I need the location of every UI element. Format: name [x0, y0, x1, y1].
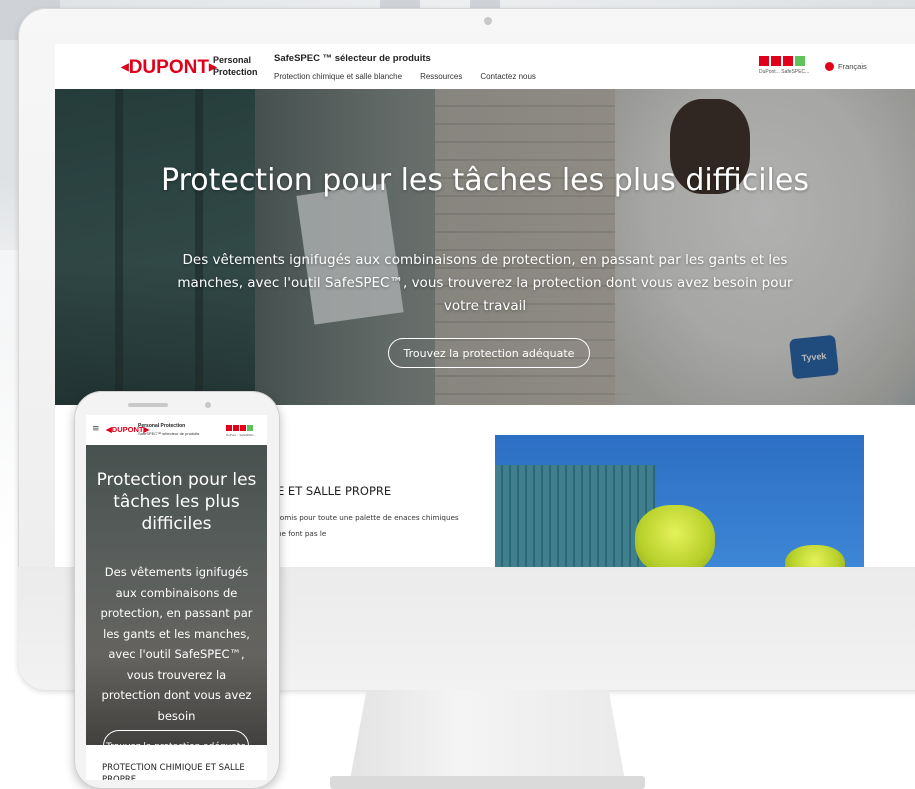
globe-icon: [825, 62, 834, 71]
status-caption: DuPont... SafeSPEC...: [759, 69, 810, 75]
section-text: romis pour toute une palette de enaces c…: [277, 513, 459, 538]
section-title: E ET SALLE PROPRE: [277, 484, 392, 498]
phone-speaker: [128, 403, 168, 407]
status-box-icon: [240, 425, 246, 431]
safespec-status-icon[interactable]: [759, 56, 805, 66]
section-image-hood: [785, 545, 845, 567]
status-box-icon: [783, 56, 793, 66]
nav-item-contact[interactable]: Contactez nous: [480, 72, 536, 81]
main-nav: Protection chimique et salle blanche Res…: [274, 72, 554, 81]
mobile-status-caption: DuPont... SafeSPEC...: [226, 433, 257, 437]
mobile-section-title: PROTECTION CHIMIQUE ET SALLE PROPRE: [102, 763, 245, 780]
mobile-hero: Protection pour les tâches les plus diff…: [86, 445, 267, 745]
nav-item-resources[interactable]: Ressources: [420, 72, 462, 81]
hero-description: Des vêtements ignifugés aux combinaisons…: [177, 252, 793, 314]
status-box-icon: [771, 56, 781, 66]
mobile-subtitle: SafeSPEC™ sélecteur de produits: [138, 431, 200, 436]
mobile-hero-title: Protection pour les tâches les plus diff…: [96, 470, 257, 534]
brand-subtitle: Personal Protection: [213, 55, 258, 77]
site-header: ◀DUPONT▶ Personal Protection SafeSPEC ™ …: [55, 44, 915, 89]
phone-camera: [205, 402, 211, 408]
section-image-hood: [635, 505, 715, 567]
status-box-icon: [226, 425, 232, 431]
monitor-stand: [350, 690, 625, 780]
section-image-building: [495, 465, 655, 567]
mobile-screen: ≡ ◀DUPONT▶ Personal Protection SafeSPEC™…: [86, 415, 267, 780]
checkmark-icon: [795, 56, 805, 66]
hero-title: Protection pour les tâches les plus diff…: [161, 163, 809, 198]
hero-banner: Tyvek Protection pour les tâches les plu…: [55, 89, 915, 405]
checkmark-icon: [247, 425, 253, 431]
logo-left-arrow-icon: ◀: [121, 62, 129, 73]
hamburger-menu-icon[interactable]: ≡: [92, 424, 100, 434]
mobile-brand: Personal Protection: [138, 423, 186, 429]
status-box-icon: [759, 56, 769, 66]
logo-text: DUPONT: [128, 57, 209, 78]
status-box-icon: [233, 425, 239, 431]
mobile-header: ≡ ◀DUPONT▶ Personal Protection SafeSPEC™…: [86, 415, 267, 445]
site-title[interactable]: SafeSPEC ™ sélecteur de produits: [274, 53, 431, 64]
mobile-hero-description: Des vêtements ignifugés aux combinaisons…: [100, 565, 253, 723]
dupont-logo[interactable]: ◀DUPONT▶: [121, 57, 217, 79]
mobile-find-protection-button[interactable]: Trouvez la protection adéquate: [103, 730, 249, 745]
nav-item-protection[interactable]: Protection chimique et salle blanche: [274, 72, 402, 81]
language-label: Français: [838, 62, 867, 71]
language-selector[interactable]: Français: [825, 62, 867, 71]
mobile-status-icon[interactable]: [226, 425, 253, 431]
monitor-stand-base: [330, 776, 645, 789]
monitor-camera: [484, 17, 492, 25]
section-image: [495, 435, 864, 567]
find-protection-button[interactable]: Trouvez la protection adéquate: [388, 338, 590, 368]
